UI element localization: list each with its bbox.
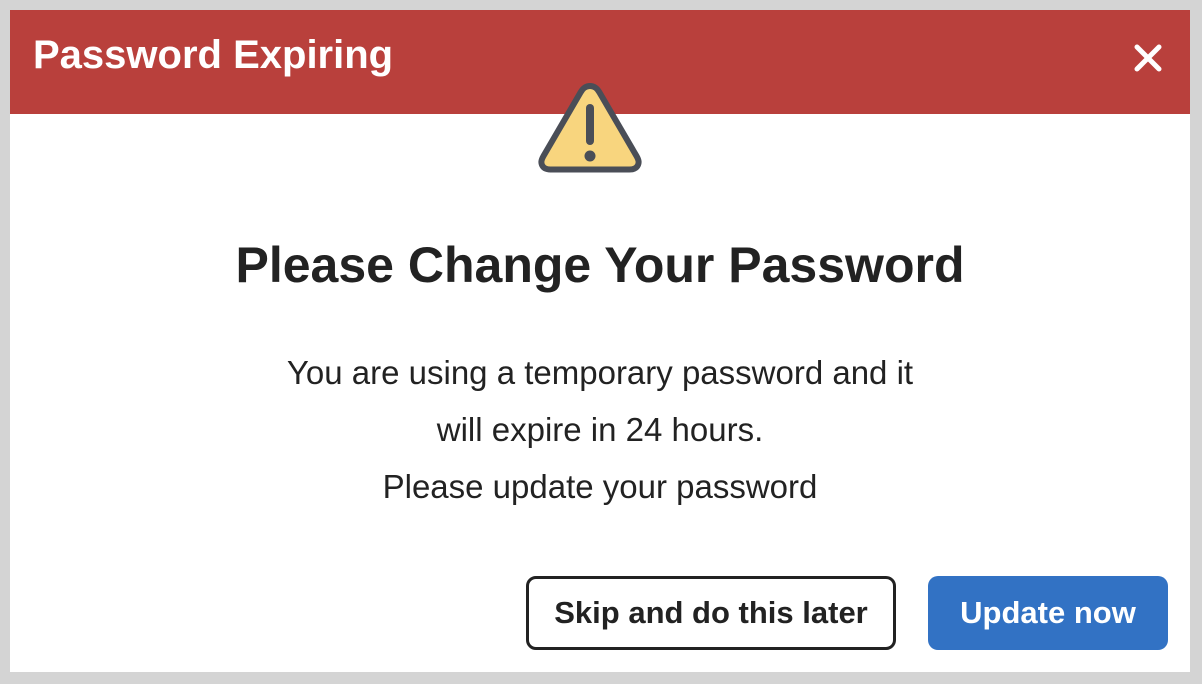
dialog-title: Password Expiring: [33, 33, 394, 77]
close-button[interactable]: [1128, 38, 1168, 78]
dialog-message: You are using a temporary password and i…: [10, 344, 1190, 515]
close-icon: [1134, 44, 1162, 72]
message-line: Please update your password: [382, 468, 818, 505]
warning-triangle-icon: [538, 83, 642, 173]
message-line: You are using a temporary password and i…: [286, 354, 914, 391]
dialog-heading: Please Change Your Password: [235, 237, 965, 293]
message-line: will expire in 24 hours.: [436, 411, 764, 448]
update-now-button[interactable]: Update now: [928, 576, 1168, 650]
password-expiring-dialog: Password Expiring Please Change Your Pas…: [10, 10, 1190, 672]
skip-button[interactable]: Skip and do this later: [526, 576, 896, 650]
